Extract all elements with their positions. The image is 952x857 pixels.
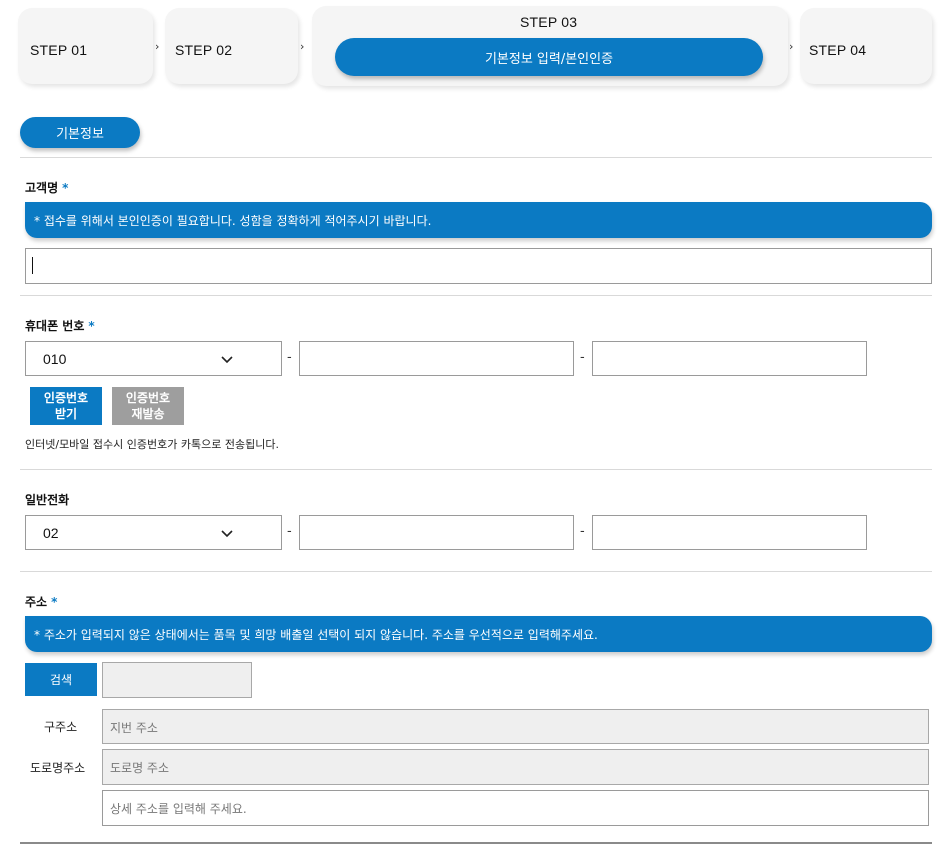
- address-search-button[interactable]: 검색: [25, 663, 97, 696]
- separator-dash: -: [580, 524, 585, 539]
- step-04-label: STEP 04: [809, 42, 867, 58]
- old-address-placeholder: 지번 주소: [110, 721, 158, 735]
- required-star: *: [88, 319, 95, 333]
- required-star: *: [51, 595, 58, 609]
- required-star: *: [62, 181, 69, 195]
- section-basic-info-title: 기본정보: [20, 117, 140, 148]
- bottom-divider: [20, 842, 932, 844]
- detail-address-input[interactable]: 상세 주소를 입력해 주세요.: [102, 790, 929, 826]
- chevron-right-icon: ›: [155, 40, 160, 53]
- customer-name-label: 고객명 *: [25, 181, 69, 195]
- step-03-label: STEP 03: [520, 14, 578, 30]
- old-address-label: 구주소: [44, 720, 78, 734]
- phone-middle-input[interactable]: [299, 515, 574, 550]
- divider: [20, 571, 932, 572]
- separator-dash: -: [580, 350, 585, 365]
- mobile-prefix-select[interactable]: 010: [25, 341, 282, 376]
- chevron-down-icon: [221, 530, 233, 538]
- phone-label: 일반전화: [25, 493, 70, 507]
- customer-name-input[interactable]: [25, 248, 932, 284]
- mobile-hint-text: 인터넷/모바일 접수시 인증번호가 카톡으로 전송됩니다.: [25, 438, 279, 451]
- divider: [20, 469, 932, 470]
- separator-dash: -: [287, 350, 292, 365]
- chevron-down-icon: [221, 356, 233, 364]
- separator-dash: -: [287, 524, 292, 539]
- chevron-right-icon: ›: [300, 40, 305, 53]
- chevron-right-icon: ›: [789, 40, 794, 53]
- step-02-label: STEP 02: [175, 42, 233, 58]
- step-01-label: STEP 01: [30, 42, 88, 58]
- mobile-label: 휴대폰 번호 *: [25, 319, 95, 333]
- resend-code-button[interactable]: 인증번호 재발송: [112, 387, 184, 425]
- customer-name-notice: * 접수를 위해서 본인인증이 필요합니다. 성함을 정확하게 적어주시기 바랍…: [25, 202, 932, 238]
- text-cursor: [32, 257, 33, 274]
- address-notice: * 주소가 입력되지 않은 상태에서는 품목 및 희망 배출일 선택이 되지 않…: [25, 616, 932, 652]
- step-03-active-pill: 기본정보 입력/본인인증: [335, 38, 763, 76]
- mobile-middle-input[interactable]: [299, 341, 574, 376]
- request-code-button[interactable]: 인증번호 받기: [30, 387, 102, 425]
- address-label: 주소 *: [25, 595, 58, 609]
- divider: [20, 157, 932, 158]
- detail-address-placeholder: 상세 주소를 입력해 주세요.: [110, 802, 247, 816]
- mobile-last-input[interactable]: [592, 341, 867, 376]
- phone-prefix-select[interactable]: 02: [25, 515, 282, 550]
- road-address-field: 도로명 주소: [102, 749, 929, 785]
- old-address-field: 지번 주소: [102, 709, 929, 744]
- road-address-placeholder: 도로명 주소: [110, 761, 170, 775]
- divider: [20, 295, 932, 296]
- phone-last-input[interactable]: [592, 515, 867, 550]
- road-address-label: 도로명주소: [30, 761, 86, 775]
- postal-code-field: [102, 662, 252, 698]
